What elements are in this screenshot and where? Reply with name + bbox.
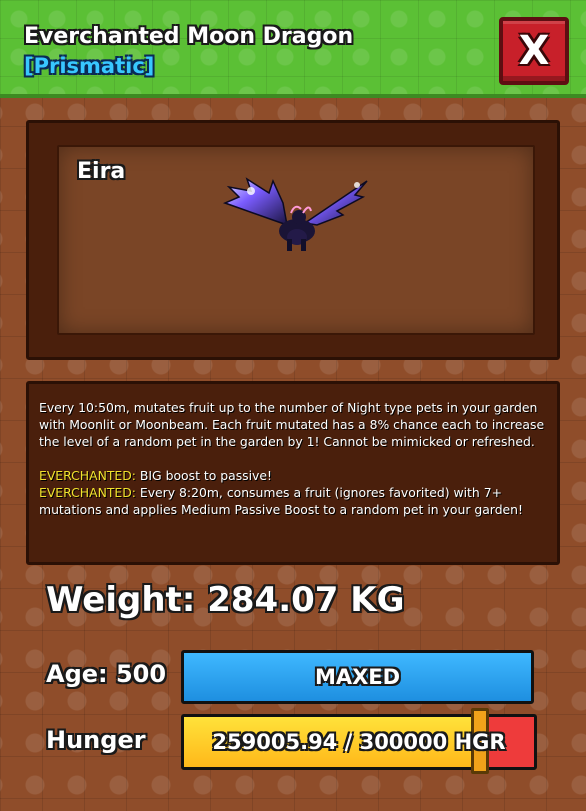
pet-description: Every 10:50m, mutates fruit up to the nu… <box>26 381 560 565</box>
weight-stat: Weight: 284.07 KG <box>46 580 405 620</box>
header-bar: Everchanted Moon Dragon [Prismatic] X <box>0 0 586 98</box>
pet-variant: [Prismatic] <box>24 54 155 78</box>
everchanted-line-1: EVERCHANTED: BIG boost to passive! <box>39 467 547 484</box>
everchanted-text: BIG boost to passive! <box>135 468 272 483</box>
age-progress-bar: MAXED <box>181 650 534 704</box>
everchanted-label: EVERCHANTED: <box>39 468 136 483</box>
hunger-label: Hunger <box>46 726 146 754</box>
pet-title: Everchanted Moon Dragon <box>24 24 354 49</box>
pet-name: Eira <box>77 159 126 184</box>
hunger-bar-text: 259005.94 / 300000 HGR <box>212 730 506 754</box>
everchanted-label: EVERCHANTED: <box>39 485 136 500</box>
everchanted-line-2: EVERCHANTED: Every 8:20m, consumes a fru… <box>39 484 547 518</box>
close-button[interactable]: X <box>499 17 569 85</box>
age-label: Age: 500 <box>46 660 167 688</box>
moon-dragon-icon <box>222 177 368 251</box>
age-bar-text: MAXED <box>314 665 401 689</box>
description-main: Every 10:50m, mutates fruit up to the nu… <box>39 400 545 449</box>
pet-preview-viewport: Eira <box>57 145 535 335</box>
pet-preview-panel: Eira <box>26 120 560 360</box>
close-icon: X <box>518 28 550 74</box>
